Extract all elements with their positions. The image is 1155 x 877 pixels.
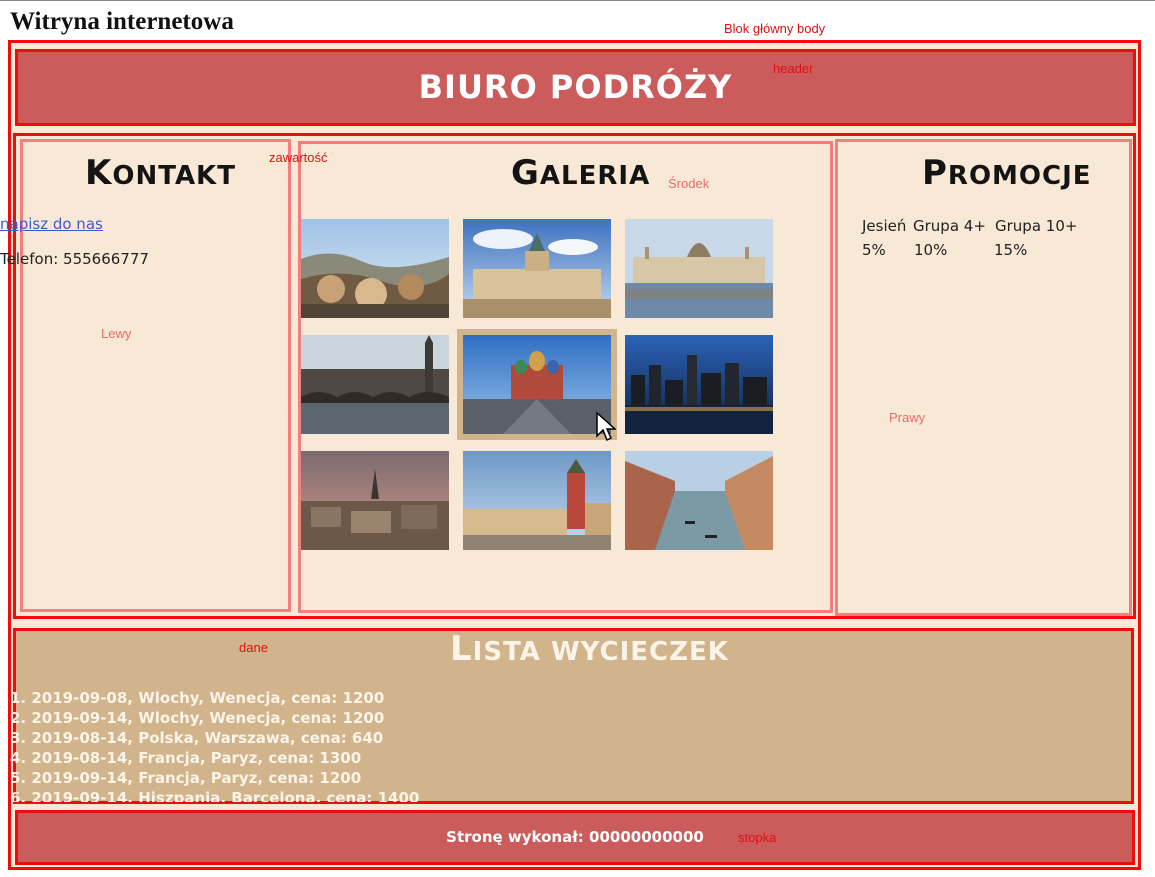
annotation-left: Lewy [101,326,132,341]
contact-heading: KONTAKT [85,153,236,193]
new-york-skyline-photo[interactable] [625,335,773,434]
berlin-palace-photo[interactable] [463,219,611,318]
promo-column [835,139,1132,616]
trip-item: 6. 2019-09-14, Hiszpania, Barcelona, cen… [10,789,420,802]
annotation-right: Prawy [889,410,926,425]
trip-item: 1. 2019-09-08, Wlochy, Wenecja, cena: 12… [10,689,385,707]
london-westminster-photo[interactable] [301,335,449,434]
promo-value-autumn: 5% [862,241,886,259]
promo-value-group10: 15% [994,241,1028,259]
footer: Stronę wykonał: 00000000000 [15,810,1135,865]
top-divider [0,0,1155,1]
page-title: Witryna internetowa [10,8,234,35]
promo-value-group4: 10% [914,241,948,259]
annotation-header: header [773,61,814,76]
annotation-content: zawartość [269,150,328,165]
paris-rooftops-photo[interactable] [301,451,449,550]
promo-label-group10: Grupa 10+ [995,217,1078,235]
trip-item: 4. 2019-08-14, Francja, Paryz, cena: 130… [10,749,362,767]
barcelona-park-photo[interactable] [301,219,449,318]
header: BIURO PODRÓŻY [15,49,1136,126]
phone-number: Telefon: 555666777 [0,250,149,268]
promo-label-group4: Grupa 4+ [913,217,986,235]
annotation-data: dane [239,640,268,655]
promo-label-autumn: Jesień [862,217,907,235]
mouse-cursor-icon [596,412,616,442]
trips-heading: LISTA WYCIECZEK [450,629,729,669]
venice-canal-photo[interactable] [625,451,773,550]
left-column [20,139,291,612]
budapest-parliament-photo[interactable] [625,219,773,318]
footer-author: Stronę wykonał: 00000000000 [446,828,704,846]
annotation-body: Blok główny body [724,21,826,36]
trip-item: 5. 2019-09-14, Francja, Paryz, cena: 120… [10,769,362,787]
trip-item: 3. 2019-08-14, Polska, Warszawa, cena: 6… [10,729,384,747]
trip-item: 2. 2019-09-14, Wlochy, Wenecja, cena: 12… [10,709,385,727]
annotation-footer: stopka [738,830,777,845]
annotation-middle: Środek [668,176,710,191]
site-title: BIURO PODRÓŻY [418,68,733,106]
gallery-heading: GALERIA [511,153,651,193]
promo-heading: PROMOCJE [922,153,1092,193]
moscow-red-square-photo[interactable] [463,335,611,434]
trips-list: 1. 2019-09-08, Wlochy, Wenecja, cena: 12… [10,688,430,802]
warsaw-old-town-photo[interactable] [463,451,611,550]
write-to-us-link[interactable]: napisz do nas [0,214,103,234]
